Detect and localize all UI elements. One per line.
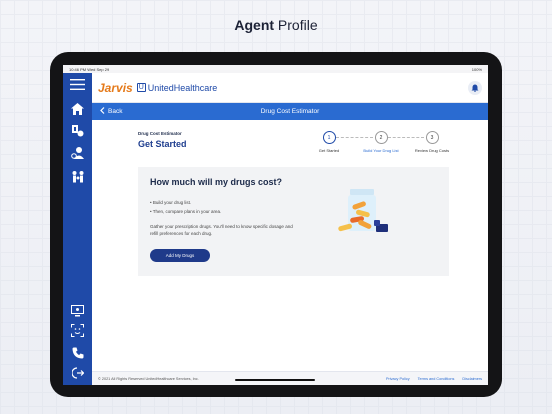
pill-bottle-illustration: [334, 187, 396, 235]
uhc-logo-text: UnitedHealthcare: [147, 82, 218, 93]
disclaimers-link[interactable]: Disclaimers: [462, 377, 482, 381]
jarvis-logo: Jarvis: [98, 80, 133, 95]
step-number: 2: [374, 131, 388, 144]
step-number: 1: [322, 131, 336, 144]
headline-bold: Agent: [234, 17, 275, 33]
back-label: Back: [108, 108, 123, 115]
monitor-icon[interactable]: [69, 303, 86, 318]
tablet-frame: 10:46 PM Wed Sep 29 100% Jarvis U United…: [50, 52, 502, 397]
step-1[interactable]: 1 Get Started: [304, 131, 354, 153]
family-icon[interactable]: [69, 169, 86, 184]
card-title: How much will my drugs cost?: [150, 177, 283, 187]
face-id-icon[interactable]: [69, 323, 86, 338]
back-button[interactable]: Back: [100, 103, 122, 120]
add-my-drugs-button[interactable]: Add My Drugs: [150, 249, 210, 262]
nav-bar: Back Drug Cost Estimator: [92, 103, 488, 120]
step-number: 3: [425, 131, 439, 144]
app-screen: 10:46 PM Wed Sep 29 100% Jarvis U United…: [63, 65, 488, 385]
terms-link[interactable]: Terms and Conditions: [418, 377, 455, 381]
page-title: Get Started: [138, 139, 187, 149]
step-label: Build Your Drug List: [363, 148, 399, 153]
uhc-u-mark: U: [136, 83, 146, 92]
headline-rest: Profile: [274, 17, 318, 33]
status-bar: 10:46 PM Wed Sep 29 100%: [63, 65, 488, 73]
app-header: Jarvis U UnitedHealthcare: [92, 73, 488, 103]
phone-icon[interactable]: [69, 345, 86, 360]
section-sub-label: Drug Cost Estimator: [138, 131, 182, 136]
bullet-item: • Then, compare plans in your area.: [150, 209, 222, 214]
bell-icon[interactable]: [468, 81, 482, 95]
pharmacy-icon[interactable]: [69, 123, 86, 138]
card-description: Gather your prescription drugs. You'll n…: [150, 224, 293, 236]
nav-title: Drug Cost Estimator: [260, 108, 320, 115]
agent-icon[interactable]: [69, 145, 86, 160]
step-label: Review Drug Costs: [414, 148, 450, 153]
step-3[interactable]: 3 Review Drug Costs: [407, 131, 457, 153]
status-time: 10:46 PM Wed Sep 29: [69, 66, 110, 72]
home-indicator: [235, 379, 315, 381]
chevron-left-icon: [100, 107, 105, 116]
uhc-logo: U UnitedHealthcare: [136, 82, 218, 93]
sidebar: [63, 73, 92, 385]
progress-stepper: 1 Get Started 2 Build Your Drug List 3 R…: [304, 131, 449, 161]
main-content: Drug Cost Estimator Get Started 1 Get St…: [92, 120, 488, 371]
bullet-item: • Build your drug list.: [150, 200, 192, 205]
step-2[interactable]: 2 Build Your Drug List: [356, 131, 406, 153]
home-icon[interactable]: [69, 101, 86, 116]
intro-card: How much will my drugs cost? • Build you…: [138, 167, 449, 276]
privacy-policy-link[interactable]: Privacy Policy: [386, 377, 410, 381]
status-battery: 100%: [471, 66, 482, 72]
logout-icon[interactable]: [69, 365, 86, 380]
page-headline: Agent Profile: [0, 17, 552, 33]
step-label: Get Started: [318, 148, 340, 153]
footer: © 2021 All Rights Reserved UnitedHealthc…: [92, 371, 488, 385]
menu-icon[interactable]: [69, 77, 86, 92]
